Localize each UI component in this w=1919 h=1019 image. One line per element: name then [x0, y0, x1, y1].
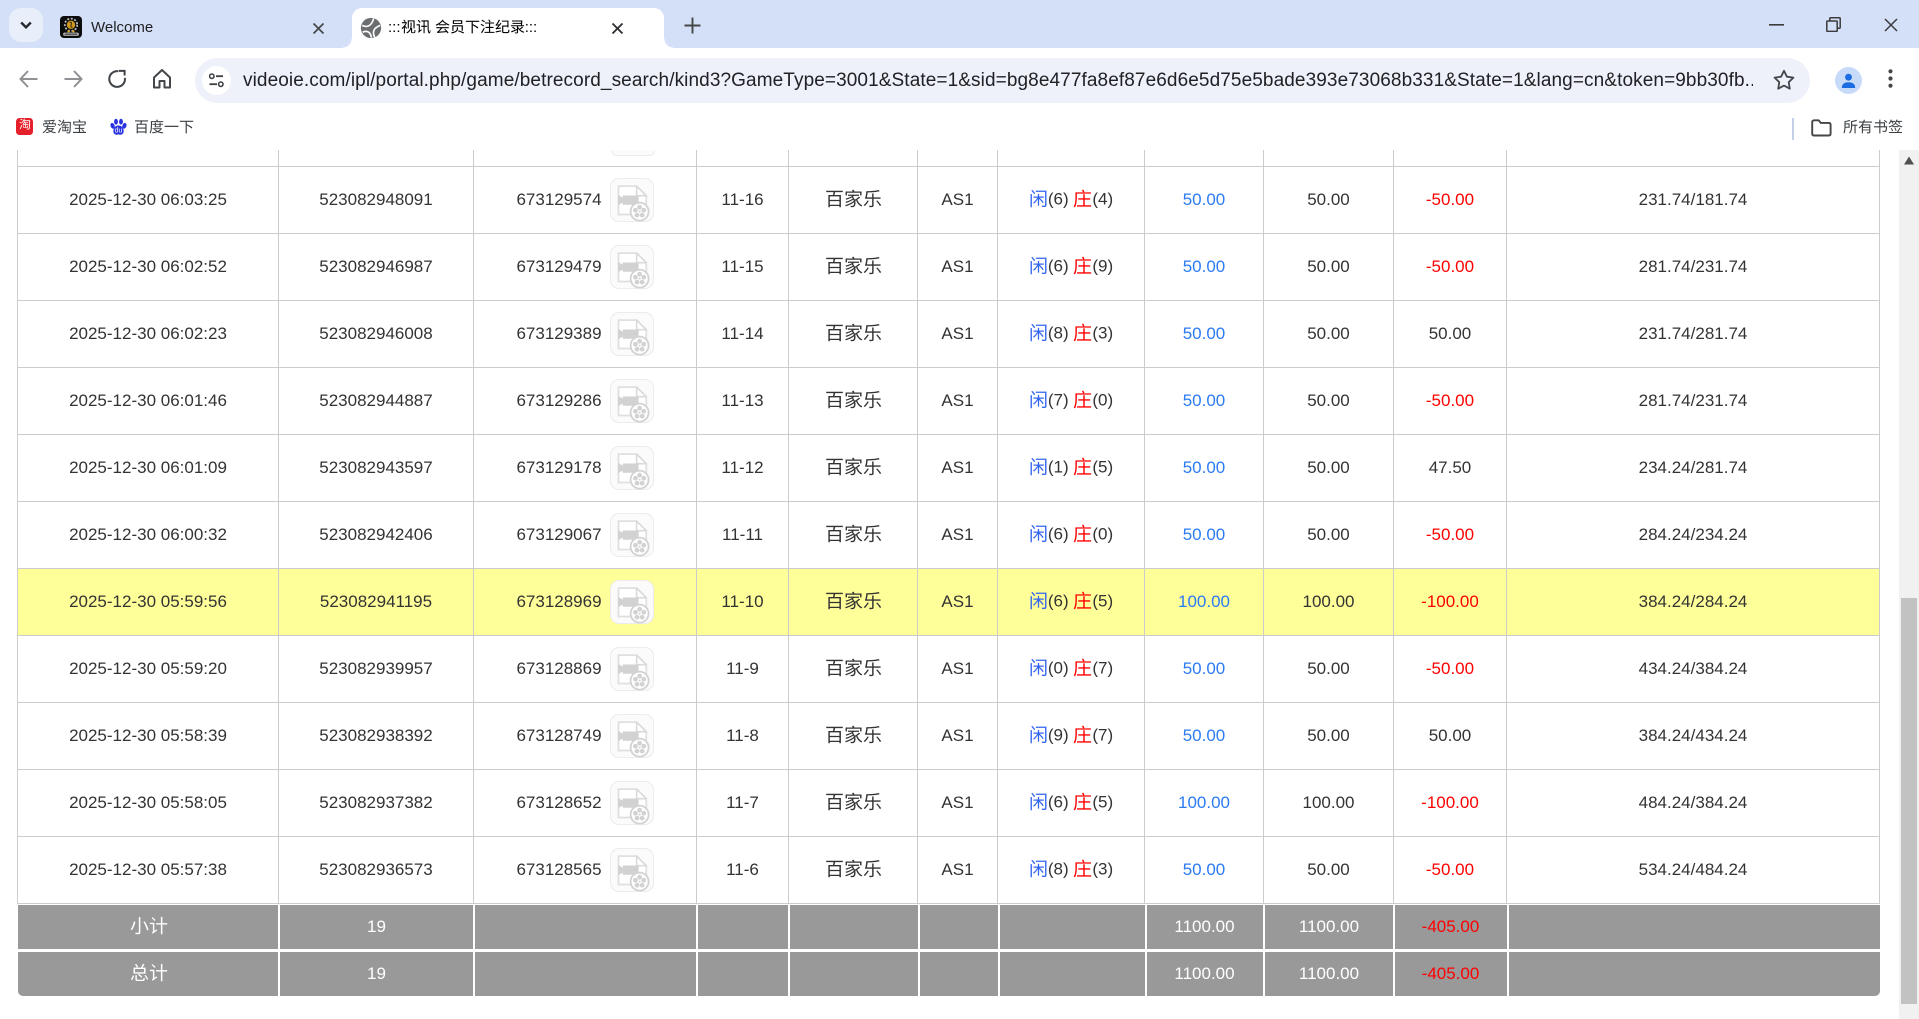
svg-text:du: du [115, 128, 123, 135]
